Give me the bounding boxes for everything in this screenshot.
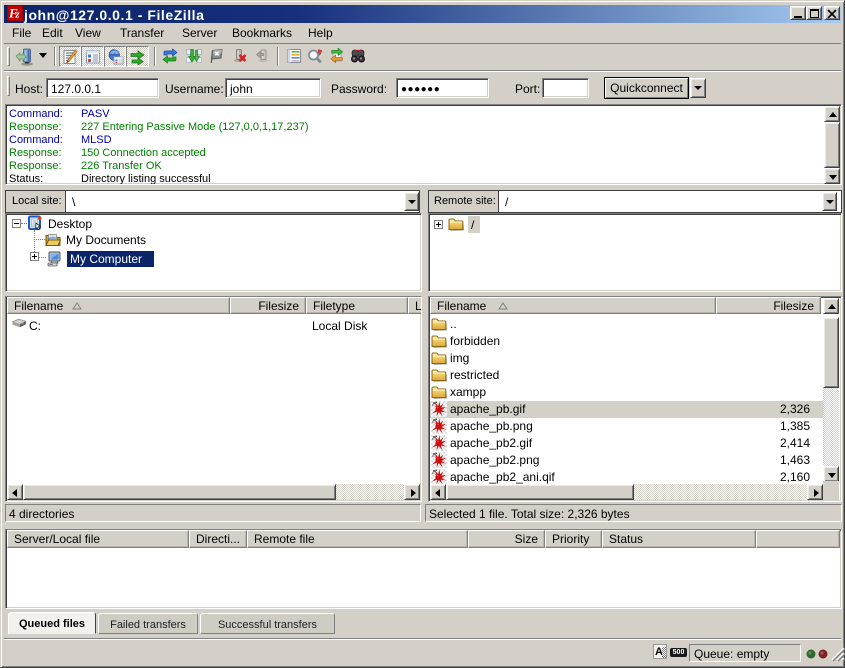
- svg-text:z: z: [15, 10, 21, 21]
